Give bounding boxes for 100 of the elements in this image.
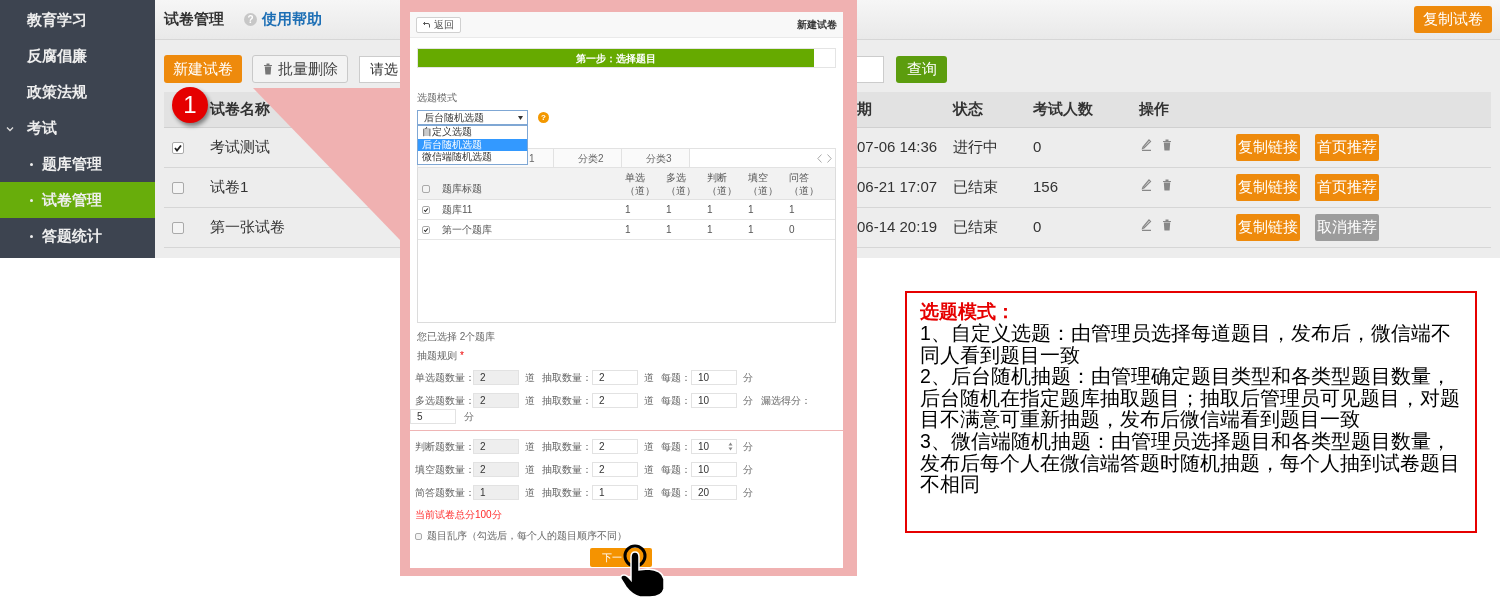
table-cell-text: 06-14 20:19 bbox=[857, 217, 939, 238]
field-label: 单选题数量： bbox=[415, 371, 473, 385]
number-field[interactable]: 10 bbox=[691, 370, 737, 385]
table-cell-text: 已结束 bbox=[953, 177, 999, 198]
column-header: 判断（道） bbox=[707, 170, 738, 197]
total-score-text: 当前试卷总分100分 bbox=[415, 509, 502, 521]
category-tab[interactable]: 分类2 bbox=[554, 149, 622, 167]
field-label: 道 bbox=[525, 394, 535, 408]
sidebar-item[interactable]: 答题统计 bbox=[0, 218, 155, 254]
number-field[interactable]: 10 bbox=[691, 462, 737, 477]
field-label: 选题模式 bbox=[417, 92, 457, 104]
field-label: 抽取数量： bbox=[542, 394, 592, 408]
back-button[interactable]: 返回 bbox=[416, 16, 461, 33]
table-cell-text: 1 bbox=[707, 203, 714, 217]
dropdown-option[interactable]: 微信端随机选题 bbox=[418, 151, 527, 164]
table-cell-text: 考试测试 bbox=[210, 137, 270, 158]
bullet-icon bbox=[30, 235, 33, 238]
table-cell-text: 0 bbox=[1033, 137, 1043, 158]
mode-select[interactable]: 后台随机选题 bbox=[417, 110, 528, 125]
column-header: 单选（道） bbox=[625, 170, 656, 197]
chevron-left-icon[interactable] bbox=[817, 153, 822, 163]
return-arrow-icon bbox=[423, 21, 430, 28]
search-field[interactable] bbox=[857, 55, 884, 83]
bullet-icon bbox=[30, 163, 33, 166]
checkbox[interactable] bbox=[422, 205, 430, 214]
table-cell-text: 1 bbox=[625, 223, 632, 237]
spinner-icon[interactable] bbox=[728, 442, 733, 451]
sidebar-item[interactable]: 考试 bbox=[0, 110, 155, 146]
table-cell-text: 07-06 14:36 bbox=[857, 137, 939, 158]
batch-delete-button[interactable]: 批量删除 bbox=[252, 55, 348, 83]
column-header: 试卷名称 bbox=[210, 99, 270, 120]
number-field[interactable]: 1 bbox=[592, 485, 638, 500]
checkbox[interactable] bbox=[422, 225, 430, 234]
table-cell-text: 进行中 bbox=[953, 137, 999, 158]
number-field[interactable]: 10 bbox=[691, 393, 737, 408]
table-cell-text: 156 bbox=[1033, 177, 1060, 198]
field-label: 抽取数量： bbox=[542, 463, 592, 477]
column-header: 多选（道） bbox=[666, 170, 697, 197]
table-cell-text: 题库11 bbox=[441, 203, 474, 217]
trash-icon bbox=[262, 63, 273, 75]
number-field[interactable]: 2 bbox=[592, 462, 638, 477]
table-cell-text: 1 bbox=[748, 203, 755, 217]
sidebar-item[interactable]: 反腐倡廉 bbox=[0, 38, 155, 74]
pencil-icon[interactable] bbox=[1141, 138, 1152, 151]
column-header: 状态 bbox=[953, 99, 984, 120]
table-cell-text: 1 bbox=[625, 203, 632, 217]
number-field[interactable]: 2 bbox=[592, 439, 638, 454]
checkbox-label: 题目乱序（勾选后，每个人的题目顺序不同） bbox=[427, 530, 627, 542]
column-header: 填空（道） bbox=[748, 170, 779, 197]
checkbox[interactable] bbox=[172, 221, 184, 234]
field-label: 填空题数量： bbox=[415, 463, 473, 477]
trash-icon[interactable] bbox=[1162, 178, 1172, 191]
field-label: 道 bbox=[525, 463, 535, 477]
number-field[interactable]: 10 bbox=[691, 439, 737, 454]
chevron-icon bbox=[6, 125, 14, 133]
note-paragraph: 2、后台随机抽题：由管理确定题目类型和各类型题目数量，后台随机在指定题库抽取题目；抽取后管理员可见题目，对题目不满意可重新抽题，发布后微信端看到题目一致 bbox=[920, 366, 1461, 431]
dropdown-option[interactable]: 自定义选题 bbox=[418, 126, 527, 139]
field-label: 道 bbox=[644, 486, 654, 500]
checkbox[interactable] bbox=[172, 181, 184, 194]
checkbox[interactable] bbox=[172, 141, 184, 154]
field-label: 分 bbox=[743, 440, 753, 454]
checkbox[interactable] bbox=[415, 532, 422, 540]
table-cell-text: 06-21 17:07 bbox=[857, 177, 939, 198]
sidebar-item[interactable]: 政策法规 bbox=[0, 74, 155, 110]
help-link[interactable]: 使用帮助 bbox=[262, 8, 322, 31]
number-field: 2 bbox=[473, 393, 519, 408]
chevron-right-icon[interactable] bbox=[827, 153, 832, 163]
bullet-icon bbox=[30, 199, 33, 202]
table-cell-text: 第一张试卷 bbox=[210, 217, 285, 238]
note-paragraph: 1、自定义选题：由管理员选择每道题目，发布后，微信端不同人看到题目一致 bbox=[920, 323, 1452, 366]
field-label: 每题： bbox=[661, 463, 691, 477]
field-label: 每题： bbox=[661, 486, 691, 500]
table-cell-text: 试卷1 bbox=[210, 177, 249, 198]
field-label: 分 bbox=[743, 463, 753, 477]
number-field[interactable]: 2 bbox=[592, 370, 638, 385]
number-field[interactable]: 2 bbox=[592, 393, 638, 408]
number-field[interactable]: 5 bbox=[410, 409, 456, 424]
field-label: 道 bbox=[644, 371, 654, 385]
sidebar-item[interactable]: 教育学习 bbox=[0, 2, 155, 38]
field-label: 每题： bbox=[661, 371, 691, 385]
required-mark: * bbox=[460, 350, 464, 362]
field-label: 抽取数量： bbox=[542, 371, 592, 385]
category-tab[interactable]: 分类3 bbox=[622, 149, 690, 167]
note-title: 选题模式： bbox=[920, 301, 1015, 323]
table-cell-text: 1 bbox=[666, 223, 673, 237]
pencil-icon[interactable] bbox=[1141, 178, 1152, 191]
checkbox[interactable] bbox=[422, 184, 430, 193]
pencil-icon[interactable] bbox=[1141, 218, 1152, 231]
table-cell-text: 1 bbox=[666, 203, 673, 217]
number-field: 2 bbox=[473, 462, 519, 477]
field-label: 每题： bbox=[661, 440, 691, 454]
number-field[interactable]: 20 bbox=[691, 485, 737, 500]
column-header: 考试人数 bbox=[1033, 99, 1094, 120]
sidebar-item[interactable]: 题库管理 bbox=[0, 146, 155, 182]
field-label: 每题： bbox=[661, 394, 691, 408]
field-label: 道 bbox=[644, 394, 654, 408]
field-label: 道 bbox=[525, 440, 535, 454]
trash-icon[interactable] bbox=[1162, 218, 1172, 231]
trash-icon[interactable] bbox=[1162, 138, 1172, 151]
field-label: 多选题数量： bbox=[415, 394, 473, 408]
